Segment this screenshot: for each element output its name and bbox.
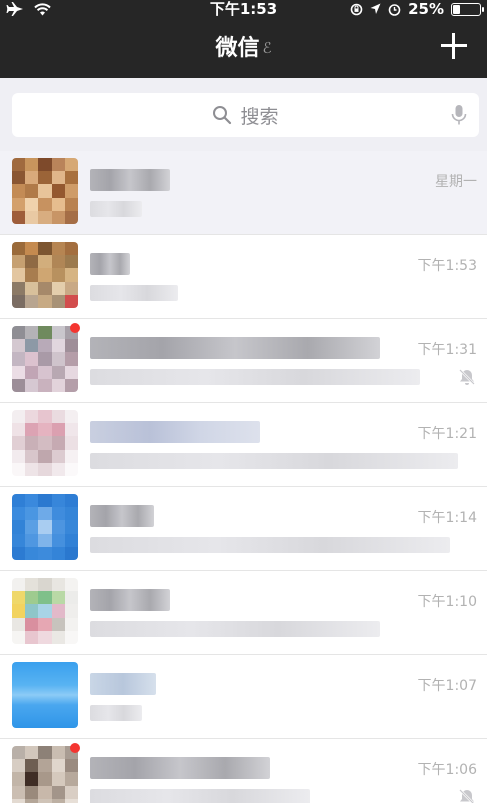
chat-row[interactable]: 下午1:14 xyxy=(0,487,487,571)
search-bar[interactable]: 搜索 xyxy=(12,93,479,137)
status-right: 25% xyxy=(350,0,484,18)
chat-row[interactable]: 下午1:53 xyxy=(0,235,487,319)
chat-row[interactable]: 下午1:07 xyxy=(0,655,487,739)
chat-list: 星期一 下午1:53 下午1:31 下午1:21 下午1:14 下午1:10 下… xyxy=(0,151,487,803)
contact-name-obscured xyxy=(90,757,270,779)
unread-dot xyxy=(70,323,80,333)
chat-timestamp: 下午1:21 xyxy=(417,426,477,442)
chat-row[interactable]: 下午1:10 xyxy=(0,571,487,655)
message-preview-obscured xyxy=(90,621,380,637)
avatar xyxy=(12,578,78,644)
unread-dot xyxy=(70,743,80,753)
avatar xyxy=(12,158,78,224)
avatar xyxy=(12,494,78,560)
battery-fill xyxy=(453,4,460,14)
chat-timestamp: 星期一 xyxy=(435,174,477,190)
search-placeholder-group: 搜索 xyxy=(12,93,479,137)
chat-timestamp: 下午1:31 xyxy=(417,342,477,358)
avatar xyxy=(12,746,78,803)
microphone-icon[interactable] xyxy=(451,104,467,126)
chat-row[interactable]: 下午1:06 xyxy=(0,739,487,803)
chat-timestamp: 下午1:07 xyxy=(417,678,477,694)
status-bar: 下午1:53 25% xyxy=(0,0,487,18)
avatar xyxy=(12,326,78,392)
message-preview-obscured xyxy=(90,285,178,301)
chat-row[interactable]: 下午1:31 xyxy=(0,319,487,403)
contact-name-obscured xyxy=(90,673,156,695)
search-placeholder: 搜索 xyxy=(240,105,279,128)
chat-row[interactable]: 星期一 xyxy=(0,151,487,235)
nav-bar: 微信 ℰ xyxy=(0,18,487,78)
message-preview-obscured xyxy=(90,705,142,721)
contact-name-obscured xyxy=(90,421,260,443)
search-area: 搜索 xyxy=(0,78,487,151)
avatar xyxy=(12,662,78,728)
nav-title: 微信 ℰ xyxy=(0,18,487,78)
chat-row[interactable]: 下午1:21 xyxy=(0,403,487,487)
message-preview-obscured xyxy=(90,201,142,217)
contact-name-obscured xyxy=(90,337,380,359)
avatar xyxy=(12,410,78,476)
add-button[interactable] xyxy=(439,31,469,61)
battery-percent: 25% xyxy=(408,0,444,18)
message-preview-obscured xyxy=(90,453,458,469)
rotation-lock-icon xyxy=(350,3,363,15)
message-preview-obscured xyxy=(90,537,450,553)
contact-name-obscured xyxy=(90,169,170,191)
contact-name-obscured xyxy=(90,253,130,275)
contact-name-obscured xyxy=(90,505,154,527)
earpiece-mode-icon: ℰ xyxy=(262,39,272,57)
message-preview-obscured xyxy=(90,789,310,803)
mute-bell-icon xyxy=(459,369,475,385)
contact-name-obscured xyxy=(90,589,170,611)
avatar xyxy=(12,242,78,308)
chat-timestamp: 下午1:53 xyxy=(417,258,477,274)
search-icon xyxy=(213,106,232,125)
chat-timestamp: 下午1:06 xyxy=(417,762,477,778)
chat-timestamp: 下午1:14 xyxy=(417,510,477,526)
message-preview-obscured xyxy=(90,369,420,385)
alarm-icon xyxy=(388,3,401,16)
battery-icon xyxy=(451,2,484,16)
location-icon xyxy=(370,3,381,14)
mute-bell-icon xyxy=(459,789,475,803)
chat-timestamp: 下午1:10 xyxy=(417,594,477,610)
nav-title-text: 微信 xyxy=(215,36,260,61)
